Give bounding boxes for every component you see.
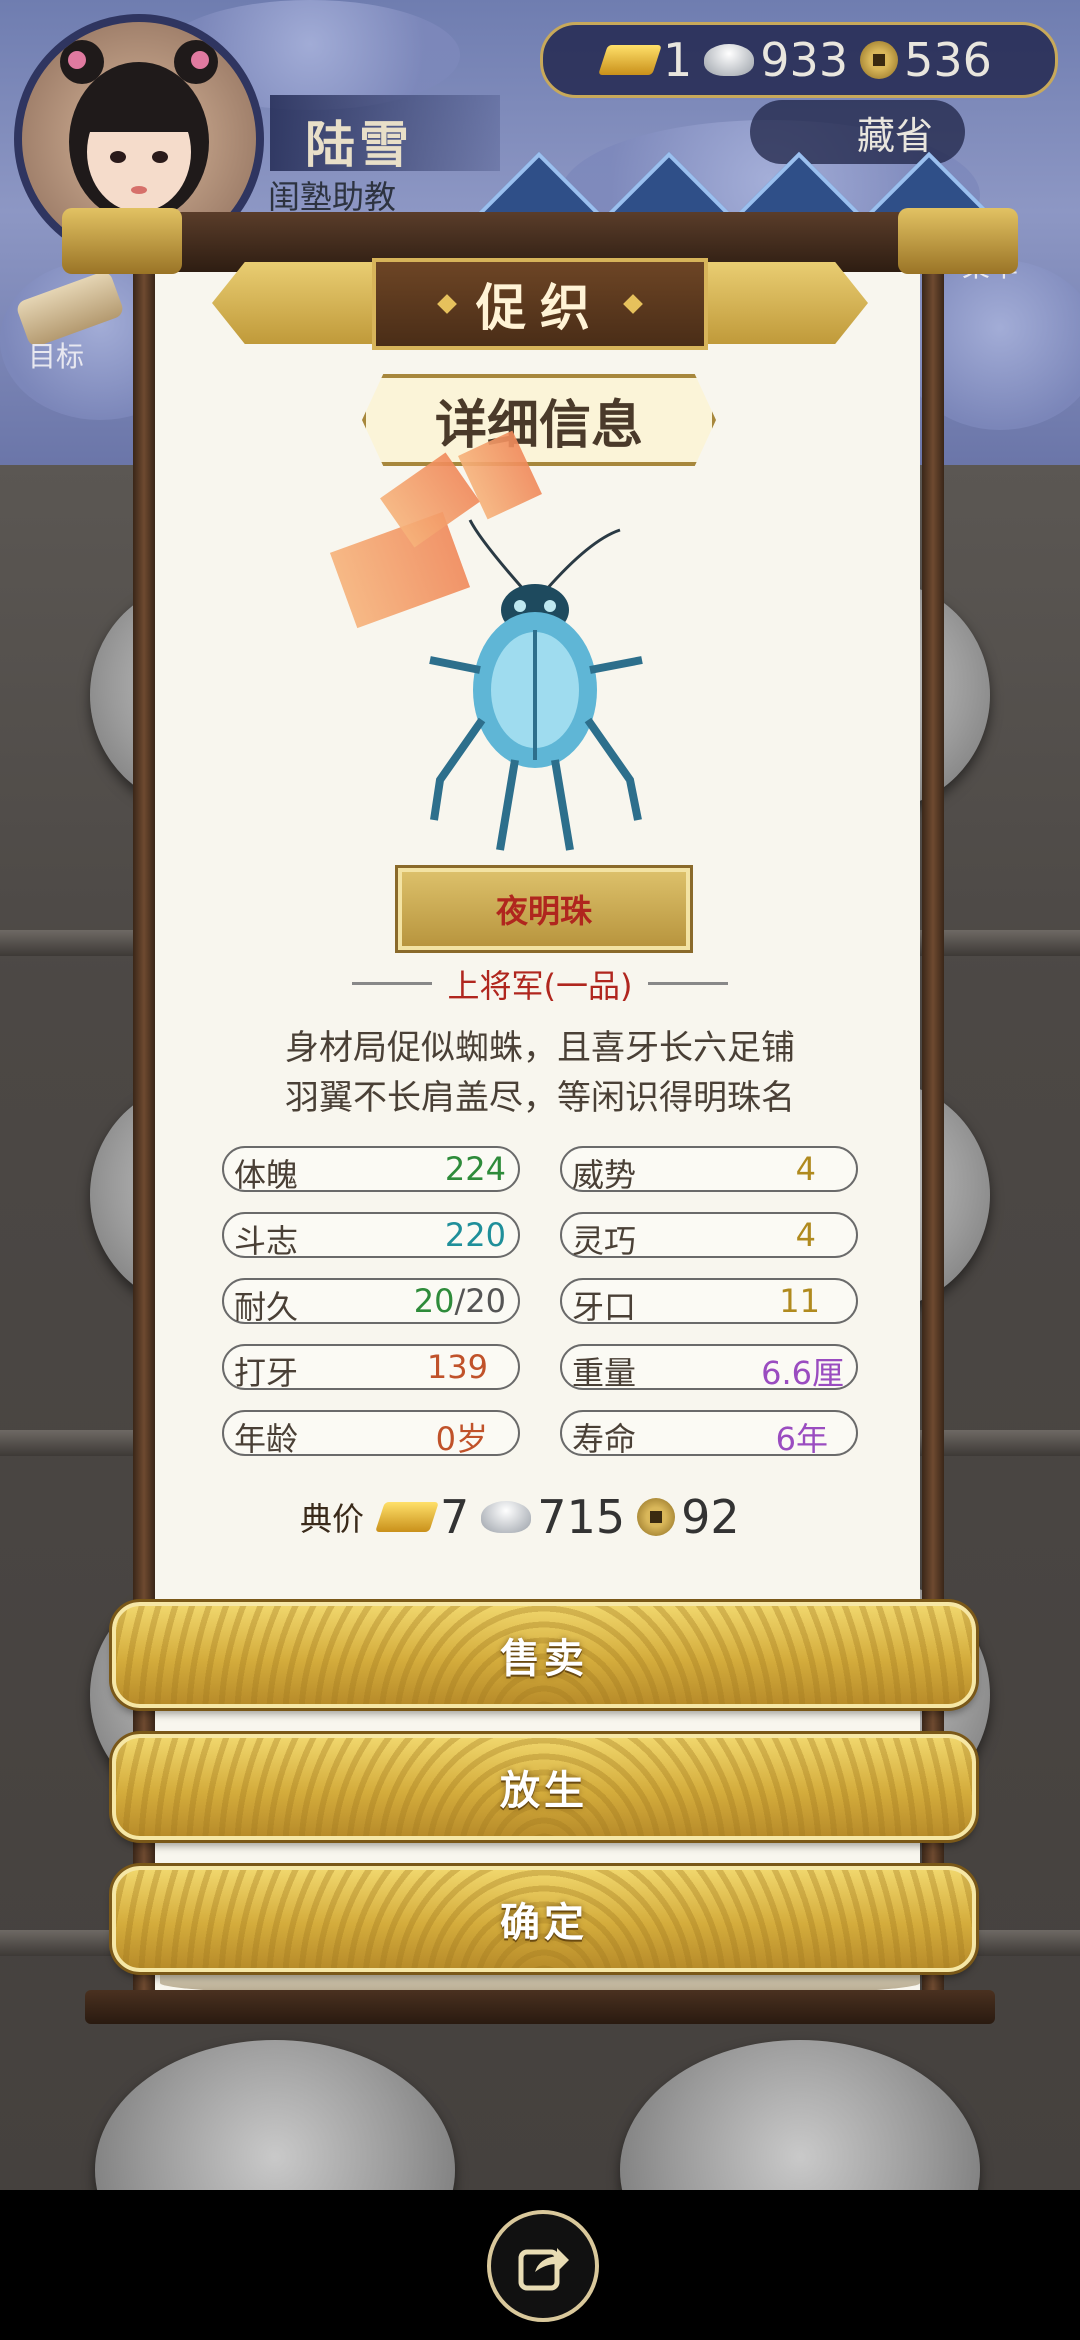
stat-value: 0岁 bbox=[435, 1420, 488, 1458]
stat-daya: 打牙 139 bbox=[222, 1344, 520, 1392]
detail-subtitle-text: 详细信息 bbox=[434, 395, 643, 456]
stat-label: 重量 bbox=[572, 1354, 637, 1392]
scroll-frame-right bbox=[922, 270, 944, 1990]
currency-bar: 1 933 536 bbox=[540, 22, 1058, 98]
stat-value: 20/20 bbox=[414, 1282, 506, 1320]
release-button-label: 放生 bbox=[500, 1768, 588, 1814]
silver-ingot-icon bbox=[481, 1501, 532, 1533]
description-line-2: 羽翼不长肩盖尽，等闲识得明珠名 bbox=[285, 1078, 795, 1118]
cricket-name: 夜明珠 bbox=[495, 892, 592, 930]
stat-zhongliang: 重量 6.6厘 bbox=[560, 1344, 858, 1392]
cricket-illustration-icon bbox=[429, 519, 643, 851]
stat-tipo: 体魄 224 bbox=[222, 1146, 520, 1194]
sell-button-label: 售卖 bbox=[500, 1636, 588, 1682]
price-copper: 92 bbox=[681, 1490, 740, 1544]
stat-value: 4 bbox=[795, 1150, 816, 1188]
stat-label: 威势 bbox=[572, 1156, 637, 1194]
price-silver: 715 bbox=[537, 1490, 626, 1544]
price-label: 典价 bbox=[300, 1500, 365, 1538]
stat-value: 139 bbox=[426, 1348, 488, 1386]
stat-naijiu: 耐久 20/20 bbox=[222, 1278, 520, 1326]
stat-label: 体魄 bbox=[234, 1156, 299, 1194]
stat-yakou: 牙口 11 bbox=[560, 1278, 858, 1326]
gold-ingot-icon bbox=[598, 45, 662, 75]
stat-label: 打牙 bbox=[234, 1354, 299, 1392]
stat-nianling: 年龄 0岁 bbox=[222, 1410, 520, 1458]
silver-amount: 933 bbox=[760, 33, 849, 87]
player-name: 陆雪 bbox=[305, 116, 413, 174]
description-line-1: 身材局促似蜘蛛，且喜牙长六足铺 bbox=[285, 1028, 795, 1068]
price-gold: 7 bbox=[440, 1490, 470, 1544]
scroll-rod-bottom bbox=[85, 1990, 995, 2024]
stat-value: 6年 bbox=[775, 1420, 828, 1458]
detail-subtitle: 详细信息 bbox=[362, 374, 716, 466]
diamond-ornament-icon bbox=[623, 294, 643, 314]
release-button[interactable]: 放生 bbox=[112, 1734, 976, 1840]
stat-douzhi: 斗志 220 bbox=[222, 1212, 520, 1260]
scroll-frame-left bbox=[133, 270, 155, 1990]
stat-lingqiao: 灵巧 4 bbox=[560, 1212, 858, 1260]
stat-weishi: 威势 4 bbox=[560, 1146, 858, 1194]
goal-label[interactable]: 目标 bbox=[28, 335, 84, 375]
confirm-button-label: 确定 bbox=[500, 1900, 588, 1946]
cangsheng-label: 藏省 bbox=[856, 113, 933, 158]
share-icon bbox=[518, 2248, 569, 2291]
share-button[interactable] bbox=[487, 2210, 599, 2322]
sell-button[interactable]: 售卖 bbox=[112, 1602, 976, 1708]
cricket-rank: 上将军(一品) bbox=[447, 967, 633, 1005]
stat-label: 牙口 bbox=[572, 1288, 637, 1326]
confirm-button[interactable]: 确定 bbox=[112, 1866, 976, 1972]
copper-coin-icon bbox=[637, 1498, 676, 1536]
stat-shouming: 寿命 6年 bbox=[560, 1410, 858, 1458]
scroll-rod-end bbox=[898, 208, 1018, 274]
stat-value: 11 bbox=[779, 1282, 820, 1320]
cangsheng-button[interactable]: 藏省 bbox=[750, 100, 965, 164]
diamond-ornament-icon bbox=[437, 294, 457, 314]
stat-value: 6.6厘 bbox=[761, 1354, 844, 1392]
stat-value: 4 bbox=[795, 1216, 816, 1254]
durability-max: /20 bbox=[454, 1282, 507, 1320]
price-row: 典价 7 715 92 bbox=[300, 1486, 740, 1548]
scroll-rod-end bbox=[62, 208, 182, 274]
stat-value: 224 bbox=[444, 1150, 506, 1188]
stat-value: 220 bbox=[444, 1216, 506, 1254]
stat-label: 耐久 bbox=[234, 1288, 299, 1326]
stat-label: 年龄 bbox=[234, 1420, 299, 1458]
copper-amount: 536 bbox=[904, 33, 992, 87]
gold-amount: 1 bbox=[663, 33, 693, 87]
copper-coin-icon bbox=[860, 41, 899, 79]
silver-ingot-icon bbox=[704, 44, 755, 76]
stat-label: 斗志 bbox=[234, 1222, 299, 1260]
stat-label: 寿命 bbox=[572, 1420, 637, 1458]
gold-ingot-icon bbox=[375, 1502, 439, 1532]
durability-current: 20 bbox=[413, 1282, 455, 1320]
dialog-title-text: 促织 bbox=[476, 279, 604, 337]
dialog-title: 促织 bbox=[372, 258, 708, 350]
cricket-name-plate: 夜明珠 bbox=[395, 865, 693, 953]
stat-label: 灵巧 bbox=[572, 1222, 637, 1260]
cricket-description: 身材局促似蜘蛛，且喜牙长六足铺 羽翼不长肩盖尽，等闲识得明珠名 bbox=[180, 1023, 900, 1123]
